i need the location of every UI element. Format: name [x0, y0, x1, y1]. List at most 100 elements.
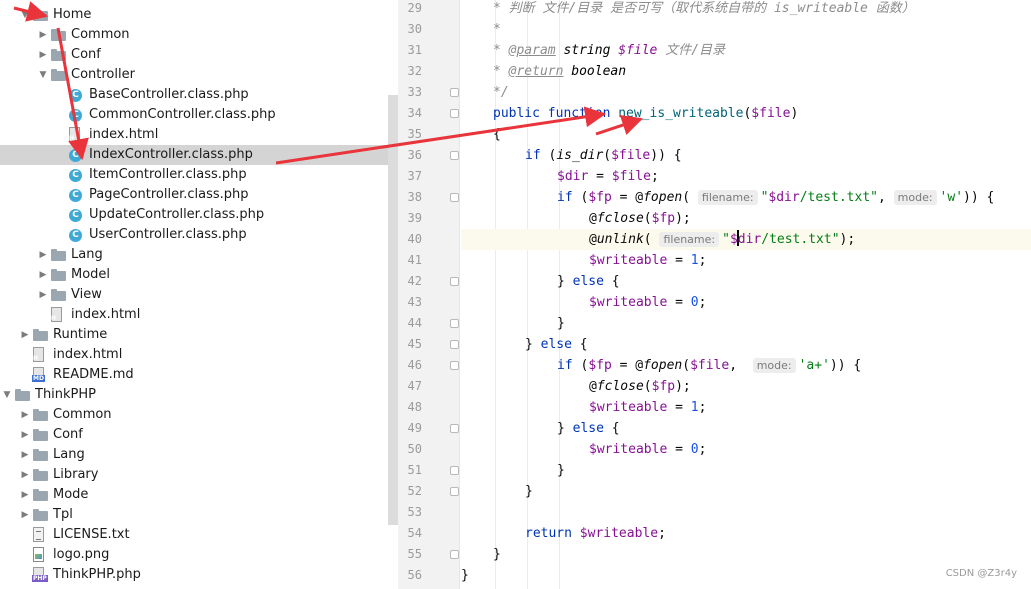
code-line[interactable]: * 判断 文件/目录 是否可写（取代系统自带的 is_writeable 函数） — [461, 0, 1031, 19]
chevron-right-icon[interactable]: ▶ — [19, 405, 31, 425]
tree-item[interactable]: ▶ Library — [0, 465, 388, 485]
code-line[interactable]: } — [461, 481, 1031, 502]
tree-item[interactable]: Hindex.html — [0, 305, 388, 325]
code-line[interactable]: @fclose($fp); — [461, 376, 1031, 397]
chevron-right-icon[interactable]: ▶ — [19, 445, 31, 465]
code-line[interactable]: if (is_dir($file)) { — [461, 145, 1031, 166]
tree-item[interactable]: ▶ View — [0, 285, 388, 305]
chevron-right-icon[interactable]: ▶ — [19, 485, 31, 505]
tree-item[interactable]: IndexController.class.php — [0, 145, 398, 165]
fold-marker-icon[interactable] — [450, 550, 459, 559]
code-editor[interactable]: * 判断 文件/目录 是否可写（取代系统自带的 is_writeable 函数）… — [461, 0, 1031, 589]
fold-marker-icon[interactable] — [450, 277, 459, 286]
code-token: @param — [508, 43, 556, 58]
tree-item[interactable]: ▶ Conf — [0, 45, 388, 65]
fold-marker-icon[interactable] — [450, 109, 459, 118]
code-token: ( — [603, 148, 612, 163]
tree-item[interactable]: ItemController.class.php — [0, 165, 388, 185]
code-token: ) — [790, 106, 799, 121]
code-token: $file — [751, 106, 791, 121]
chevron-right-icon[interactable]: ▶ — [19, 325, 31, 345]
tree-item[interactable]: PHP ThinkPHP.php — [0, 565, 388, 585]
tree-item-label: ThinkPHP.php — [53, 567, 141, 582]
tree-item-label: Conf — [53, 427, 83, 442]
tree-item[interactable]: ▼ Controller — [0, 65, 388, 85]
code-line[interactable]: { — [461, 124, 1031, 145]
chevron-right-icon[interactable]: ▶ — [37, 25, 49, 45]
tree-item[interactable]: ▼ ThinkPHP — [0, 385, 388, 405]
tree-item[interactable]: UpdateController.class.php — [0, 205, 388, 225]
code-line[interactable]: } else { — [461, 418, 1031, 439]
tree-item[interactable]: ▶ Model — [0, 265, 388, 285]
fold-marker-icon[interactable] — [450, 340, 459, 349]
code-line[interactable]: } — [461, 544, 1031, 565]
chevron-right-icon[interactable]: ▶ — [37, 285, 49, 305]
parameter-hint: filename: — [697, 190, 758, 205]
code-token: { — [603, 421, 620, 436]
tree-item[interactable]: ▶ Runtime — [0, 325, 388, 345]
code-token: } — [493, 547, 501, 562]
chevron-right-icon[interactable]: ▶ — [37, 245, 49, 265]
tree-item-label: View — [71, 287, 102, 302]
chevron-right-icon[interactable]: ▶ — [19, 425, 31, 445]
code-line[interactable]: $writeable = 0; — [461, 439, 1031, 460]
code-line[interactable]: @fclose($fp); — [461, 208, 1031, 229]
code-line[interactable]: return $writeable; — [461, 523, 1031, 544]
chevron-right-icon[interactable]: ▶ — [19, 465, 31, 485]
tree-item[interactable]: LICENSE.txt — [0, 525, 388, 545]
tree-item[interactable]: ▶ Conf — [0, 425, 388, 445]
chevron-down-icon[interactable]: ▼ — [1, 385, 13, 405]
chevron-down-icon[interactable]: ▼ — [37, 65, 49, 85]
tree-item[interactable]: BaseController.class.php — [0, 85, 388, 105]
code-token: if — [557, 190, 581, 205]
code-line[interactable]: $writeable = 1; — [461, 250, 1031, 271]
tree-item[interactable]: ▼ Home — [0, 5, 388, 25]
code-token: $writeable — [579, 526, 659, 541]
code-line[interactable]: $writeable = 1; — [461, 397, 1031, 418]
fold-marker-icon[interactable] — [450, 88, 459, 97]
tree-item[interactable]: ▶ Lang — [0, 245, 388, 265]
chevron-down-icon[interactable]: ▼ — [19, 5, 31, 25]
code-line[interactable]: $writeable = 0; — [461, 292, 1031, 313]
fold-marker-icon[interactable] — [450, 193, 459, 202]
tree-item[interactable]: ▶ Common — [0, 405, 388, 425]
code-line[interactable]: } — [461, 313, 1031, 334]
fold-marker-icon[interactable] — [450, 424, 459, 433]
tree-item[interactable]: CommonController.class.php — [0, 105, 388, 125]
chevron-right-icon[interactable]: ▶ — [37, 265, 49, 285]
tree-item[interactable]: PageController.class.php — [0, 185, 388, 205]
fold-marker-icon[interactable] — [450, 487, 459, 496]
fold-marker-icon[interactable] — [450, 319, 459, 328]
code-line[interactable]: * @param string $file 文件/目录 — [461, 40, 1031, 61]
code-line[interactable]: if ($fp = @fopen($file, mode:'a+')) { — [461, 355, 1031, 376]
code-line[interactable]: @unlink( filename: "$dir/test.txt"); — [461, 229, 1031, 250]
code-line[interactable]: } else { — [461, 334, 1031, 355]
tree-item[interactable]: ▶ Common — [0, 25, 388, 45]
tree-item[interactable]: MD README.md — [0, 365, 388, 385]
fold-marker-icon[interactable] — [450, 361, 459, 370]
tree-item[interactable]: ▶ Mode — [0, 485, 388, 505]
code-token: else — [572, 274, 604, 289]
tree-item[interactable]: ▶ Lang — [0, 445, 388, 465]
tree-item[interactable]: Hindex.html — [0, 125, 388, 145]
chevron-right-icon[interactable]: ▶ — [37, 45, 49, 65]
code-line[interactable] — [461, 502, 1031, 523]
code-line[interactable]: $dir = $file; — [461, 166, 1031, 187]
code-line[interactable]: public function new_is_writeable($file) — [461, 103, 1031, 124]
code-line[interactable]: } else { — [461, 271, 1031, 292]
tree-item[interactable]: logo.png — [0, 545, 388, 565]
code-line[interactable]: * — [461, 19, 1031, 40]
code-line[interactable]: * @return boolean — [461, 61, 1031, 82]
tree-scrollbar[interactable] — [388, 95, 398, 525]
tree-item[interactable]: Hindex.html — [0, 345, 388, 365]
code-line[interactable]: if ($fp = @fopen( filename: "$dir/test.tx… — [461, 187, 1031, 208]
tree-item[interactable]: ▶ Tpl — [0, 505, 388, 525]
fold-marker-icon[interactable] — [450, 151, 459, 160]
code-line[interactable]: } — [461, 460, 1031, 481]
code-token: 0 — [690, 442, 699, 457]
tree-item[interactable]: UserController.class.php — [0, 225, 388, 245]
tree-item-label: Model — [71, 267, 111, 282]
code-line[interactable]: */ — [461, 82, 1031, 103]
chevron-right-icon[interactable]: ▶ — [19, 505, 31, 525]
fold-marker-icon[interactable] — [450, 466, 459, 475]
